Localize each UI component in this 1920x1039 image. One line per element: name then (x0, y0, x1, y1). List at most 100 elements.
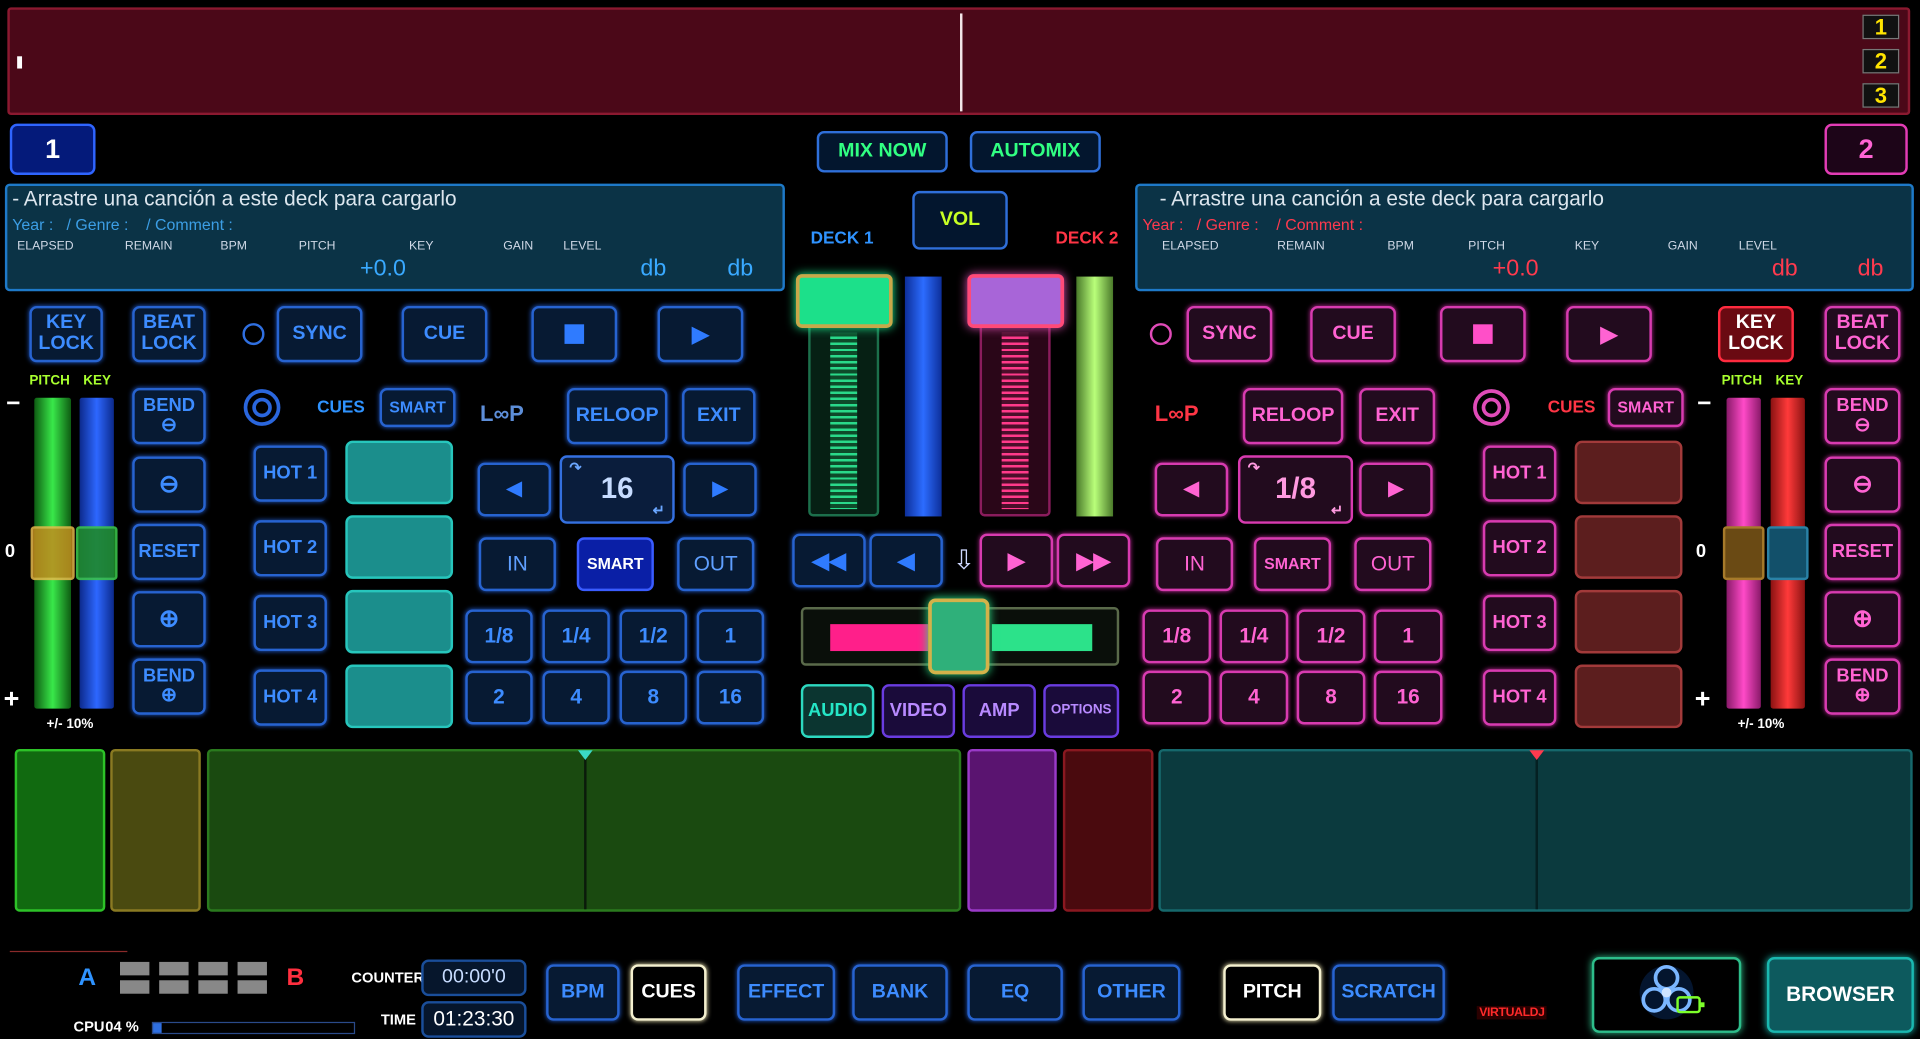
deck2-key-handle[interactable] (1766, 526, 1809, 581)
deck1-loop-double-button[interactable]: ▶ (683, 462, 757, 517)
deck2-loop-smart-button[interactable]: SMART (1253, 537, 1332, 592)
deck1-loop-smart-button[interactable]: SMART (576, 537, 654, 592)
deck1-hot-cue-1[interactable]: HOT 1 (253, 445, 327, 502)
deck2-sampler-pad-2[interactable] (1574, 515, 1683, 579)
deck1-number[interactable]: 1 (9, 123, 96, 176)
deck2-stop-button[interactable] (1440, 305, 1526, 363)
deck2-forward-button[interactable]: ▶ (979, 533, 1054, 588)
deck2-loop-size-1[interactable]: 1 (1373, 609, 1443, 664)
deck1-loop-size-2[interactable]: 2 (465, 670, 533, 725)
deck1-pitch-up-button[interactable]: ⊕ (132, 591, 206, 648)
mixer-tab-amp[interactable]: AMP (962, 684, 1036, 738)
deck2-sampler-pad-4[interactable] (1574, 664, 1683, 729)
deck1-hot-cue-3[interactable]: HOT 3 (253, 594, 327, 652)
deck1-exit-button[interactable]: EXIT (682, 387, 756, 445)
deck1-loop-size-1[interactable]: 1 (696, 609, 765, 664)
deck1-reset-button[interactable]: RESET (132, 523, 206, 581)
deck1-volume-handle[interactable] (795, 274, 893, 328)
deck1-zoom-waveform[interactable] (206, 748, 962, 912)
deck1-volume-fader[interactable] (808, 320, 880, 517)
deck2-beat-lock-button[interactable]: BEAT LOCK (1824, 305, 1901, 363)
sampler-slot[interactable] (120, 980, 150, 994)
waveform-overview[interactable]: 1 2 3 (7, 7, 1911, 116)
deck2-pitch-down-button[interactable]: ⊖ (1824, 456, 1901, 513)
deck2-sync-button[interactable]: SYNC (1186, 305, 1273, 363)
deck1-cues-smart-button[interactable]: SMART (379, 387, 456, 428)
deck2-reloop-button[interactable]: RELOOP (1242, 387, 1344, 445)
mixer-tab-options[interactable]: OPTIONS (1043, 684, 1120, 738)
deck2-cues-smart-button[interactable]: SMART (1607, 387, 1684, 428)
footer-tab-cues[interactable]: CUES (630, 964, 707, 1021)
deck2-sampler-pad-3[interactable] (1574, 589, 1683, 654)
deck2-volume-fader[interactable] (979, 320, 1051, 517)
deck1-loop-half-button[interactable]: ◀ (477, 462, 552, 517)
deck1-pitch-slider[interactable] (30, 397, 75, 709)
sampler-slot[interactable] (237, 961, 267, 976)
deck1-sampler-pad-2[interactable] (345, 515, 454, 579)
deck1-back-button[interactable]: ◀ (869, 533, 943, 588)
deck1-info-panel[interactable]: - Arrastre una canción a este deck para … (4, 183, 785, 292)
deck1-pitch-handle[interactable] (30, 526, 75, 581)
deck2-loop-double-button[interactable]: ▶ (1359, 462, 1433, 517)
deck2-loop-size-8[interactable]: 8 (1296, 670, 1366, 725)
deck1-rewind-button[interactable]: ◀◀ (792, 533, 866, 588)
footer-tab-eq[interactable]: EQ (967, 964, 1063, 1021)
sampler-slot[interactable] (120, 961, 150, 976)
deck2-loop-size-1-8[interactable]: 1/8 (1142, 609, 1212, 664)
footer-tab-bank[interactable]: BANK (852, 964, 948, 1021)
deck1-reloop-button[interactable]: RELOOP (566, 387, 668, 445)
deck2-zoom-waveform[interactable] (1158, 748, 1913, 912)
deck2-loop-in-button[interactable]: IN (1155, 537, 1234, 592)
deck2-bend-plus-button[interactable]: BEND ⊕ (1824, 658, 1901, 715)
deck1-loop-in-button[interactable]: IN (478, 537, 556, 592)
bottom-panel-gold[interactable] (110, 748, 201, 912)
deck2-loop-out-button[interactable]: OUT (1354, 537, 1432, 592)
deck1-key-handle[interactable] (75, 526, 118, 581)
deck1-sampler-pad-4[interactable] (345, 664, 454, 729)
deck1-hot-cue-2[interactable]: HOT 2 (253, 520, 327, 577)
sampler-slot[interactable] (237, 980, 267, 994)
biohazard-logo-button[interactable] (1591, 957, 1742, 1033)
automix-button[interactable]: AUTOMIX (969, 130, 1101, 173)
deck1-key-slider[interactable] (75, 397, 118, 709)
deck1-hot-cue-4[interactable]: HOT 4 (253, 669, 327, 726)
deck2-loop-half-button[interactable]: ◀ (1154, 462, 1229, 517)
vol-button[interactable]: VOL (912, 190, 1008, 250)
deck2-fast-forward-button[interactable]: ▶▶ (1056, 533, 1131, 588)
crossfader-handle[interactable] (928, 598, 990, 675)
deck1-loop-size-16[interactable]: 16 (696, 670, 765, 725)
deck2-hot-cue-4[interactable]: HOT 4 (1482, 669, 1557, 726)
deck1-key-lock-button[interactable]: KEY LOCK (29, 305, 103, 363)
deck2-cue-button[interactable]: CUE (1310, 305, 1396, 363)
deck1-bend-minus-button[interactable]: BEND ⊖ (132, 387, 206, 445)
footer-tab-scratch[interactable]: SCRATCH (1332, 964, 1445, 1021)
deck2-loop-size-2[interactable]: 2 (1142, 670, 1212, 725)
footer-tab-pitch[interactable]: PITCH (1223, 964, 1322, 1021)
deck1-loop-size-1-4[interactable]: 1/4 (542, 609, 610, 664)
deck1-loop-out-button[interactable]: OUT (677, 537, 755, 592)
hot-cue-marker-3[interactable]: 3 (1862, 83, 1900, 108)
deck2-pitch-handle[interactable] (1722, 526, 1765, 581)
deck2-play-button[interactable]: ▶ (1566, 305, 1652, 363)
bottom-panel-green[interactable] (14, 748, 106, 912)
deck2-hot-cue-2[interactable]: HOT 2 (1482, 520, 1557, 577)
deck1-cue-button[interactable]: CUE (401, 305, 488, 363)
deck2-bend-minus-button[interactable]: BEND ⊖ (1824, 387, 1901, 445)
deck1-stop-button[interactable] (531, 305, 618, 363)
browser-button[interactable]: BROWSER (1766, 957, 1914, 1033)
mix-now-button[interactable]: MIX NOW (816, 130, 948, 173)
deck2-loop-size-4[interactable]: 4 (1219, 670, 1289, 725)
deck1-pitch-down-button[interactable]: ⊖ (132, 456, 206, 513)
deck2-key-lock-button[interactable]: KEY LOCK (1717, 305, 1794, 363)
footer-tab-effect[interactable]: EFFECT (737, 964, 836, 1021)
deck2-info-panel[interactable]: - Arrastre una canción a este deck para … (1135, 183, 1914, 292)
deck2-volume-handle[interactable] (967, 274, 1065, 328)
sampler-slot[interactable] (198, 961, 228, 976)
bottom-panel-purple[interactable] (967, 748, 1057, 912)
deck2-hot-cue-1[interactable]: HOT 1 (1482, 445, 1557, 502)
sampler-grid[interactable] (120, 961, 267, 994)
deck2-loop-length[interactable]: 1/8 ↷ ↵ (1237, 455, 1354, 524)
deck1-sync-button[interactable]: SYNC (276, 305, 363, 363)
footer-tab-bpm[interactable]: BPM (546, 964, 620, 1021)
deck2-exit-button[interactable]: EXIT (1359, 387, 1436, 445)
